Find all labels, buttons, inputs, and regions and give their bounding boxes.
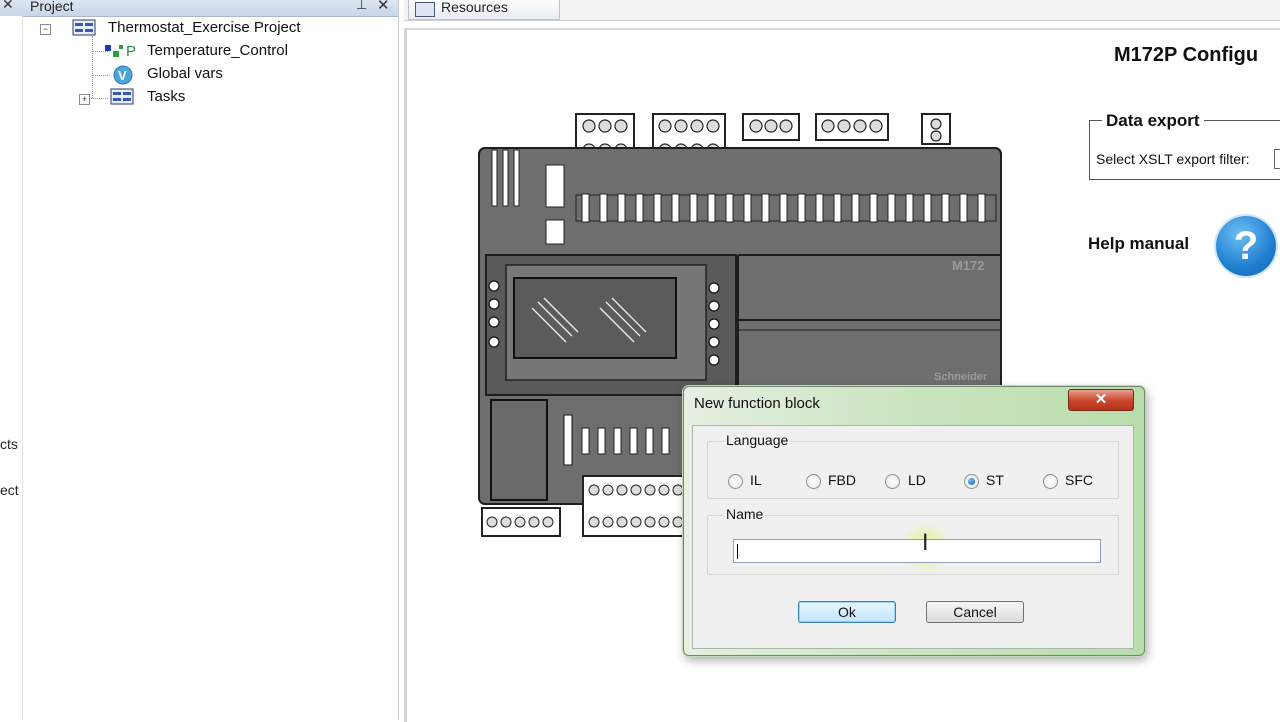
close-icon[interactable]: ✕ — [377, 0, 390, 14]
radio-fbd[interactable] — [806, 474, 821, 489]
tree-item-global-vars[interactable]: Global vars — [147, 65, 223, 82]
global-vars-icon: V — [113, 65, 133, 85]
name-input[interactable] — [733, 539, 1101, 563]
tab-resources-label: Resources — [441, 0, 508, 15]
ibeam-cursor-icon: I — [922, 531, 929, 556]
resources-icon — [415, 2, 435, 17]
help-icon[interactable]: ? — [1216, 216, 1276, 276]
tree-connector — [92, 75, 108, 76]
tab-resources[interactable]: Resources — [408, 0, 560, 20]
text-caret — [737, 544, 738, 559]
radio-il[interactable] — [728, 474, 743, 489]
program-icon: P — [105, 43, 136, 60]
xslt-filter-label: Select XSLT export filter: — [1096, 151, 1250, 167]
expand-toggle[interactable]: + — [79, 94, 90, 105]
project-panel-header: ✕ Project ⊥ ✕ — [0, 0, 398, 17]
name-group-label: Name — [724, 506, 766, 522]
radio-sfc-label[interactable]: SFC — [1065, 472, 1093, 488]
radio-ld[interactable] — [885, 474, 900, 489]
tree-item-tasks[interactable]: Tasks — [147, 88, 185, 105]
cancel-button[interactable]: Cancel — [926, 601, 1024, 623]
help-icon-glyph: ? — [1233, 224, 1259, 268]
radio-fbd-label[interactable]: FBD — [828, 472, 856, 488]
collapse-toggle[interactable]: − — [40, 24, 51, 35]
pin-icon[interactable]: ⊥ — [356, 0, 367, 13]
tree-connector — [88, 98, 108, 99]
dialog-close-button[interactable]: ✕ — [1068, 389, 1134, 411]
radio-sfc[interactable] — [1043, 474, 1058, 489]
side-label-2[interactable]: ect — [0, 482, 19, 498]
connector-pins-top — [581, 193, 986, 223]
radio-il-label[interactable]: IL — [750, 472, 762, 488]
collapsed-side-panel — [0, 16, 23, 720]
tasks-icon — [110, 88, 134, 105]
device-model-label: M172 — [952, 258, 985, 273]
side-label-1[interactable]: cts — [0, 436, 18, 452]
svg-text:V: V — [118, 68, 127, 83]
data-export-legend: Data export — [1102, 111, 1204, 131]
dialog-content: Language IL FBD LD ST SFC Name I Ok Canc… — [692, 425, 1134, 649]
project-icon — [72, 19, 96, 36]
ok-button[interactable]: Ok — [798, 601, 896, 623]
radio-st[interactable] — [964, 474, 979, 489]
data-export-group: Data export Select XSLT export filter: — [1089, 111, 1280, 180]
new-function-block-dialog: New function block ✕ Language IL FBD LD … — [683, 386, 1145, 656]
svg-text:P: P — [126, 43, 136, 60]
panel-close-icon-left[interactable]: ✕ — [2, 0, 14, 13]
tree-item-temperature-control[interactable]: Temperature_Control — [147, 42, 288, 59]
config-title: M172P Configu — [1114, 44, 1259, 66]
help-manual-label: Help manual — [1088, 234, 1190, 253]
language-group: Language — [707, 432, 1119, 499]
tree-connector — [92, 36, 93, 98]
tree-item-project[interactable]: Thermostat_Exercise Project — [108, 19, 301, 36]
project-panel: ✕ Project ⊥ ✕ cts ect − Thermostat_Exerc… — [0, 0, 399, 720]
dialog-title: New function block — [694, 395, 820, 412]
radio-st-label[interactable]: ST — [986, 472, 1004, 488]
language-group-label: Language — [724, 432, 791, 448]
xslt-filter-select[interactable] — [1274, 149, 1280, 169]
radio-ld-label[interactable]: LD — [908, 472, 926, 488]
device-brand-label: Schneider — [934, 371, 988, 383]
project-panel-title: Project — [30, 0, 74, 14]
